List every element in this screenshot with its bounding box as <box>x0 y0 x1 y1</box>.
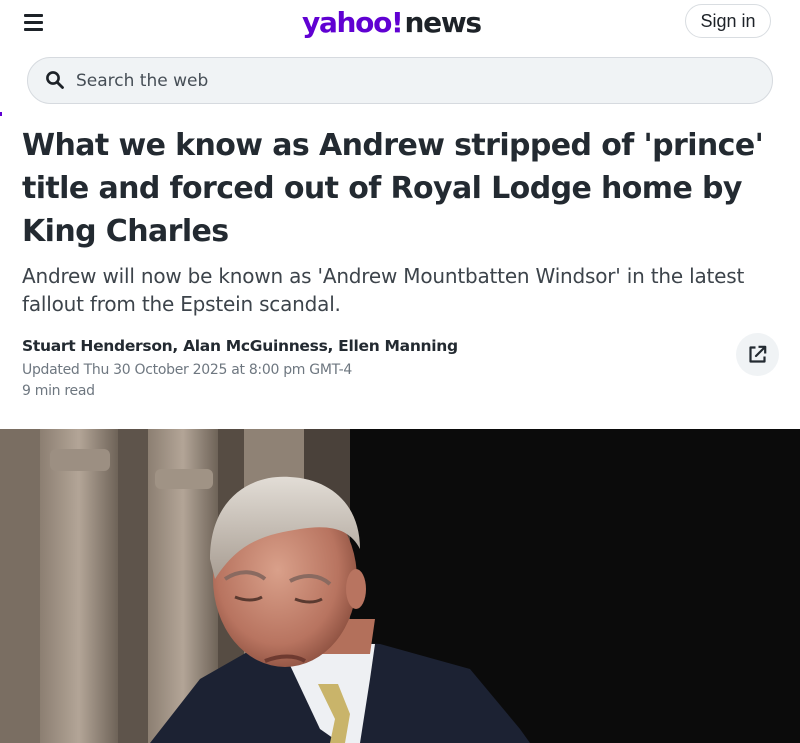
article-authors[interactable]: Stuart Henderson, Alan McGuinness, Ellen… <box>22 335 458 357</box>
top-header: yahoo! news Sign in <box>0 0 800 44</box>
share-external-icon <box>749 345 767 363</box>
article-subheadline: Andrew will now be known as 'Andrew Moun… <box>22 264 745 316</box>
article-headline: What we know as Andrew stripped of 'prin… <box>22 128 764 249</box>
article-updated-time: Updated Thu 30 October 2025 at 8:00 pm G… <box>22 362 352 378</box>
accent-mark <box>0 112 2 116</box>
logo-news-text: news <box>404 5 483 39</box>
search-icon[interactable] <box>45 70 65 90</box>
sign-in-button[interactable]: Sign in <box>685 4 771 38</box>
search-bar[interactable] <box>27 57 773 104</box>
search-input[interactable] <box>74 64 748 98</box>
yahoo-news-logo[interactable]: yahoo! news <box>302 2 483 42</box>
share-button[interactable] <box>736 333 779 376</box>
article-read-time: 9 min read <box>22 383 95 399</box>
hamburger-menu-icon[interactable] <box>22 11 46 33</box>
logo-yahoo-text: yahoo! <box>302 5 404 39</box>
article-hero-photo[interactable] <box>0 429 800 743</box>
